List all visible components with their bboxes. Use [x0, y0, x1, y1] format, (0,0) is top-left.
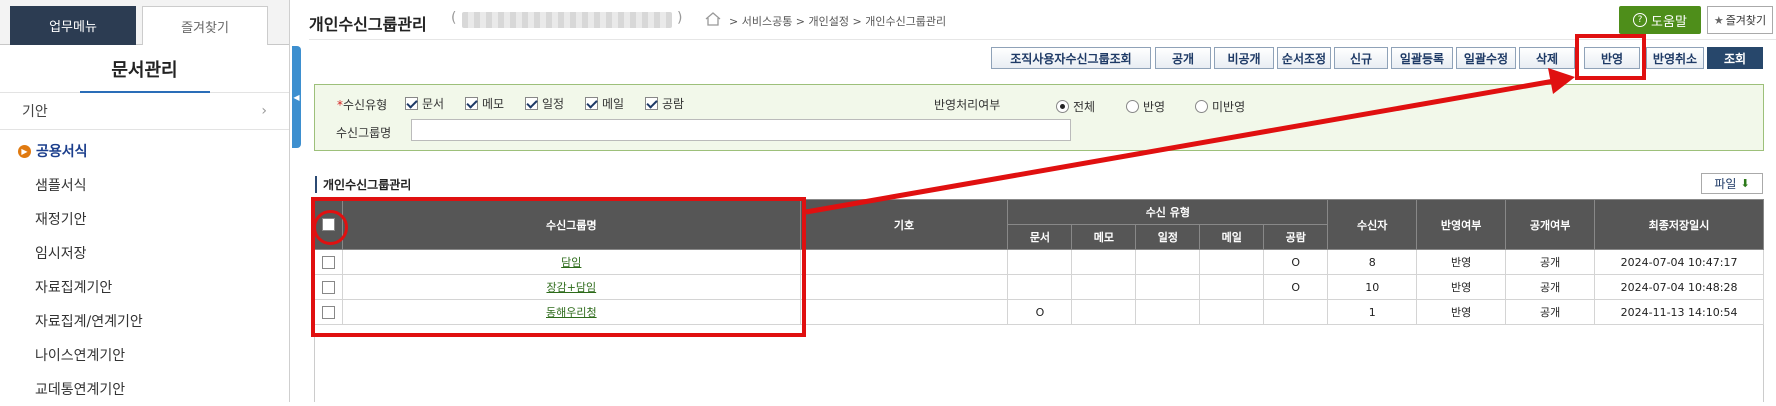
annotation-arrow [805, 68, 1575, 215]
arrow-line [805, 77, 1561, 215]
arrow-head [1548, 68, 1575, 94]
